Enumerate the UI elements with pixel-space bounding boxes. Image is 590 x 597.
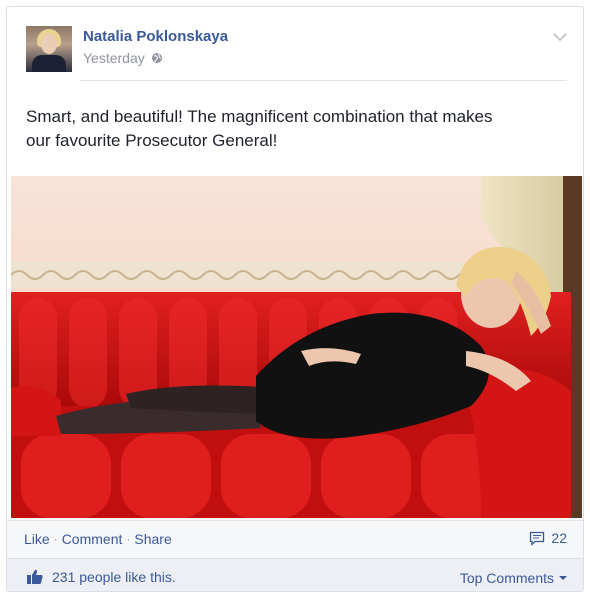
comment-bubble-icon bbox=[530, 531, 545, 546]
comment-count-value: 22 bbox=[551, 530, 567, 546]
avatar[interactable] bbox=[26, 26, 72, 72]
chevron-down-icon[interactable] bbox=[553, 32, 567, 42]
likes-summary[interactable]: 231 people like this. bbox=[26, 569, 176, 585]
comment-count[interactable]: 22 bbox=[529, 530, 567, 546]
separator: · bbox=[126, 532, 131, 546]
thumbs-up-icon bbox=[27, 569, 43, 584]
post-photo[interactable] bbox=[11, 176, 582, 518]
post-card: Natalia Poklonskaya Yesterday Smart, and… bbox=[6, 6, 584, 592]
action-bar: Like · Comment · Share 22 bbox=[7, 520, 583, 558]
author-name[interactable]: Natalia Poklonskaya bbox=[83, 28, 228, 45]
globe-icon bbox=[151, 53, 162, 63]
share-link[interactable]: Share bbox=[134, 531, 171, 547]
actions: Like · Comment · Share bbox=[24, 531, 172, 547]
separator: · bbox=[53, 532, 58, 546]
top-comments-label: Top Comments bbox=[459, 570, 554, 586]
post-text-line2: our favourite Prosecutor General! bbox=[26, 131, 278, 150]
comment-link[interactable]: Comment bbox=[62, 531, 123, 547]
likes-text: 231 people like this. bbox=[52, 569, 176, 585]
post-meta: Yesterday bbox=[83, 50, 163, 66]
post-header: Natalia Poklonskaya Yesterday bbox=[26, 26, 567, 80]
post-text: Smart, and beautiful! The magnificent co… bbox=[26, 105, 556, 153]
post-text-line1: Smart, and beautiful! The magnificent co… bbox=[26, 107, 493, 126]
photo-illustration bbox=[11, 176, 582, 518]
timestamp[interactable]: Yesterday bbox=[83, 50, 145, 66]
divider bbox=[80, 80, 567, 81]
likes-bar: 231 people like this. Top Comments bbox=[7, 558, 583, 591]
top-comments-dropdown[interactable]: Top Comments bbox=[460, 570, 567, 586]
caret-down-icon bbox=[559, 576, 567, 580]
like-link[interactable]: Like bbox=[24, 531, 50, 547]
